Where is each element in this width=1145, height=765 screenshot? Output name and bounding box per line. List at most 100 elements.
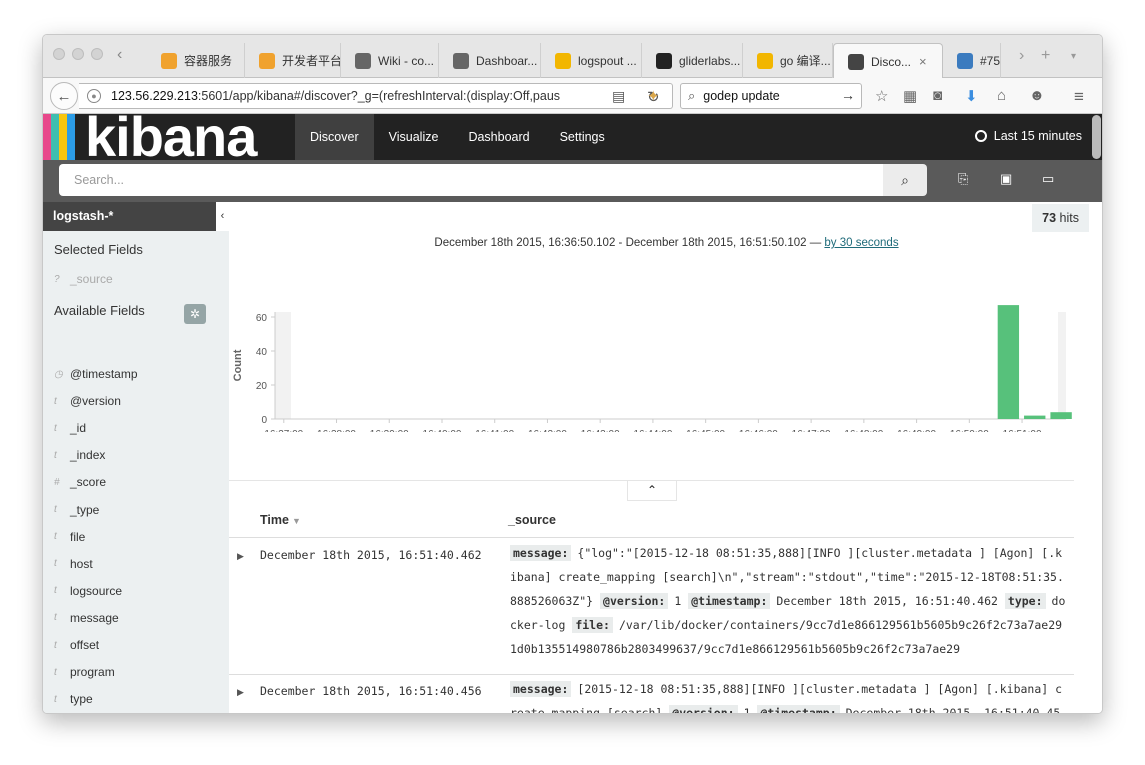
download-icon[interactable]: ⬇ — [965, 87, 978, 105]
open-search-icon[interactable]: ▭ — [1042, 171, 1054, 187]
column-header-time[interactable]: Time ▼ — [260, 513, 301, 527]
field-name: @version — [70, 394, 121, 409]
hello-icon[interactable]: ☻ — [1029, 87, 1045, 104]
interval-link[interactable]: by 30 seconds — [824, 237, 898, 249]
time-range-text: December 18th 2015, 16:36:50.102 - Decem… — [229, 237, 1102, 249]
tab-label: Dashboar... — [476, 53, 538, 68]
available-field-message[interactable]: t message — [54, 611, 119, 625]
bookmark-star-icon[interactable]: ☆ — [875, 87, 888, 105]
histogram-chart: 0 20 40 60 16:37:00 16:38:00 16:39:00 16:40:00 1… — [232, 305, 1072, 432]
pocket-icon[interactable]: ◙ — [933, 87, 942, 104]
sort-down-icon[interactable]: ▼ — [292, 516, 301, 526]
tab-scroll-right-icon[interactable]: › — [1019, 47, 1024, 65]
available-field-type[interactable]: t _type — [54, 503, 99, 517]
row-source: message: {"log":"[2015-12-18 08:51:35,888… — [510, 541, 1066, 663]
x-tick-label: 16:42:00 — [528, 429, 567, 432]
histogram-bar[interactable] — [997, 305, 1020, 419]
new-search-icon[interactable]: ⎘ — [958, 171, 968, 187]
nav-settings[interactable]: Settings — [545, 114, 620, 160]
field-settings-gear-icon[interactable]: ✲ — [184, 304, 206, 324]
save-search-icon[interactable]: ▣ — [1000, 171, 1012, 187]
available-field-host[interactable]: t host — [54, 557, 93, 571]
index-pattern-selector[interactable]: logstash-* — [43, 202, 216, 231]
tab-2[interactable]: 开发者平台 — [245, 43, 341, 78]
x-tick-label: 16:44:00 — [633, 429, 672, 432]
available-field-id[interactable]: t _id — [54, 421, 86, 435]
selected-fields-heading: Selected Fields — [54, 242, 143, 257]
tab-4[interactable]: Dashboar... — [439, 43, 541, 78]
maximize-window-button[interactable] — [91, 48, 103, 60]
available-field-version[interactable]: t @version — [54, 394, 121, 408]
field-name: file — [70, 529, 86, 544]
page-scrollbar[interactable] — [1092, 115, 1101, 159]
available-field-index[interactable]: t _index — [54, 448, 105, 462]
time-filter[interactable]: Last 15 minutes — [974, 129, 1082, 143]
collapse-sidebar-icon[interactable]: ‹ — [216, 202, 229, 231]
kibana-logo-text: kibana — [85, 114, 257, 160]
x-tick-label: 16:49:00 — [897, 429, 936, 432]
close-window-button[interactable] — [53, 48, 65, 60]
x-tick-label: 16:38:00 — [317, 429, 356, 432]
field-type-icon: t — [54, 422, 57, 434]
available-field-file[interactable]: t file — [54, 530, 85, 544]
field-type-icon: t — [54, 612, 57, 624]
kibana-icon — [848, 53, 864, 70]
url-text[interactable]: 123.56.229.213:5601/app/kibana#/discover… — [111, 89, 561, 103]
tab-9[interactable]: #7566 — [943, 43, 1001, 78]
available-field-program[interactable]: t program — [54, 665, 115, 679]
field-name: _score — [70, 475, 107, 490]
tab-7[interactable]: go 编译... — [743, 43, 833, 78]
histogram-bar[interactable] — [1050, 412, 1072, 419]
nav-visualize[interactable]: Visualize — [374, 114, 454, 160]
tab-label: gliderlabs... — [679, 53, 741, 68]
tab-label: 容器服务 — [184, 54, 233, 68]
selected-field-source[interactable]: ? _source — [54, 272, 113, 286]
collapse-chart-button[interactable]: ⌃ — [627, 481, 677, 501]
aliyun-icon — [161, 52, 177, 69]
web-search-field[interactable]: ⌕ godep update → — [680, 83, 862, 109]
available-field-offset[interactable]: t offset — [54, 638, 99, 652]
tab-label: 开发者平台 — [282, 54, 340, 68]
tab-8[interactable]: Disco... × — [833, 43, 943, 79]
menu-icon[interactable]: ≡ — [1074, 87, 1084, 107]
query-search-button[interactable]: ⌕ — [883, 164, 927, 196]
nav-dashboard[interactable]: Dashboard — [453, 114, 544, 160]
histogram-bar[interactable] — [1024, 415, 1046, 419]
tab-5[interactable]: logspout ... — [541, 43, 642, 78]
clock-icon — [974, 130, 987, 142]
expand-row-icon[interactable]: ▶ — [237, 687, 244, 698]
kibana-logo[interactable]: kibana — [43, 114, 295, 160]
minimize-window-button[interactable] — [72, 48, 84, 60]
extension-icon[interactable]: ✦ — [647, 87, 660, 105]
hits-number: 73 — [1042, 211, 1057, 225]
tab-list-icon[interactable]: ▾ — [1071, 51, 1076, 62]
x-tick-label: 16:45:00 — [686, 429, 725, 432]
web-search-query[interactable]: godep update — [703, 89, 779, 103]
field-name: _type — [70, 502, 100, 517]
new-tab-icon[interactable]: + — [1041, 47, 1050, 65]
source-key: @version: — [669, 705, 738, 713]
url-bar[interactable]: ● 123.56.229.213:5601/app/kibana#/discov… — [79, 83, 673, 109]
query-input[interactable]: Search... — [59, 164, 883, 196]
back-button[interactable]: ← — [50, 82, 78, 110]
available-field-logsource[interactable]: t logsource — [54, 584, 122, 598]
browser-window: ‹ 容器服务 开发者平台 Wiki - co... Dashboar... logspo… — [42, 34, 1103, 714]
available-field-score[interactable]: # _score — [54, 475, 106, 489]
expand-row-icon[interactable]: ▶ — [237, 551, 244, 562]
search-go-icon[interactable]: → — [841, 87, 855, 103]
x-tick-label: 16:47:00 — [792, 429, 831, 432]
available-field-type[interactable]: t type — [54, 692, 93, 706]
tab-6[interactable]: gliderlabs... — [642, 43, 743, 78]
tab-1[interactable]: 容器服务 — [147, 43, 245, 78]
close-tab-icon[interactable]: × — [919, 54, 927, 69]
reader-view-icon[interactable]: ▤ — [612, 88, 625, 105]
home-icon[interactable]: ⌂ — [997, 87, 1006, 104]
available-field-timestamp[interactable]: ◷ @timestamp — [54, 367, 138, 381]
source-key: @version: — [600, 593, 669, 609]
tab-3[interactable]: Wiki - co... — [341, 43, 439, 78]
bookmarks-list-icon[interactable]: ▦ — [903, 87, 917, 105]
time-range-label: December 18th 2015, 16:36:50.102 - Decem… — [434, 237, 822, 249]
tab-scroll-left-icon[interactable]: ‹ — [117, 47, 131, 63]
field-name: logsource — [70, 583, 123, 598]
nav-discover[interactable]: Discover — [295, 114, 374, 160]
